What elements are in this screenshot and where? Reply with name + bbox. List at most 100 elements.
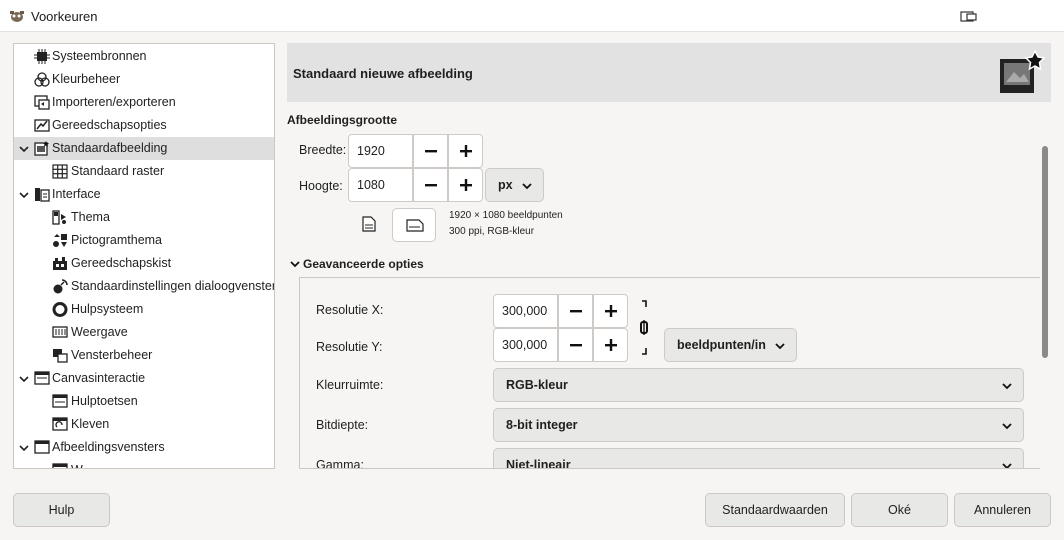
tree-item-label: Thema — [71, 210, 110, 224]
window-restore-icon[interactable] — [960, 9, 978, 23]
canvas-icon — [34, 371, 50, 385]
icon-theme-icon — [53, 234, 67, 247]
tree-item-label: Kleven — [71, 417, 110, 431]
height-decrease-button[interactable] — [413, 168, 448, 202]
tree-item-label: Interface — [52, 187, 101, 201]
image-size-info: 1920 × 1080 beeldpunten — [449, 210, 563, 221]
tree-item-canvasinteractie[interactable]: Canvasinteractie — [14, 367, 274, 390]
gimp-icon — [10, 11, 24, 22]
plus-icon — [604, 305, 617, 317]
chevron-down-icon — [1002, 423, 1012, 430]
tree-item-label: Canvasinteractie — [52, 371, 146, 385]
height-increase-button[interactable] — [448, 168, 483, 202]
colorspace-value: RGB-kleur — [506, 378, 568, 392]
tree-item-vensterbeheer[interactable]: Vensterbeheer — [14, 344, 274, 367]
modifiers-icon — [52, 394, 68, 408]
minus-icon — [424, 150, 437, 153]
tree-item-systeembronnen[interactable]: Systeembronnen — [14, 45, 274, 68]
ok-button[interactable]: Oké — [851, 493, 948, 527]
scrollbar-thumb[interactable] — [1042, 146, 1048, 358]
resolution-unit-select[interactable]: beeldpunten/in — [664, 328, 797, 362]
minus-icon — [569, 310, 582, 313]
chevron-down-icon — [522, 183, 532, 190]
size-unit-select[interactable]: px — [485, 168, 544, 202]
toolbox-icon — [53, 257, 67, 270]
chevron-down-icon[interactable] — [289, 258, 301, 270]
tree-item-pictogramthema[interactable]: Pictogramthema — [14, 229, 274, 252]
resolution-y-increase-button[interactable] — [593, 328, 628, 362]
plus-icon — [459, 145, 472, 157]
chevron-down-icon[interactable] — [18, 143, 30, 155]
portrait-icon[interactable] — [362, 216, 376, 232]
gamma-label: Gamma: — [316, 458, 364, 469]
cancel-button[interactable]: Annuleren — [954, 493, 1051, 527]
tree-item-label: Gereedschapsopties — [52, 118, 167, 132]
width-input[interactable]: 1920 — [348, 134, 413, 168]
image-resolution-info: 300 ppi, RGB-kleur — [449, 226, 535, 237]
resolution-y-input[interactable]: 300,000 — [493, 328, 558, 362]
resolution-x-decrease-button[interactable] — [558, 294, 593, 328]
tree-item-label: Importeren/exporteren — [52, 95, 176, 109]
bit-depth-value: 8-bit integer — [506, 418, 578, 432]
width-increase-button[interactable] — [448, 134, 483, 168]
tree-item-label: Hulpsysteem — [71, 302, 144, 316]
tree-item-gereedschapskist[interactable]: Gereedschapskist — [14, 252, 274, 275]
defaults-button[interactable]: Standaardwaarden — [705, 493, 845, 527]
tree-item-weergave[interactable]: Weergave — [14, 321, 274, 344]
tree-item-afbeeldingsvensters[interactable]: Afbeeldingsvensters — [14, 436, 274, 459]
advanced-options-title[interactable]: Geavanceerde opties — [303, 257, 424, 271]
tree-item-thema[interactable]: Thema — [14, 206, 274, 229]
tree-item-label: Weergave — [71, 325, 128, 339]
height-input[interactable]: 1080 — [348, 168, 413, 202]
preferences-tree[interactable]: Systeembronnen Kleurbeheer Importeren/ex… — [13, 43, 275, 469]
tree-item-hulpsysteem[interactable]: Hulpsysteem — [14, 298, 274, 321]
tree-item-interface[interactable]: Interface — [14, 183, 274, 206]
bit-depth-label: Bitdiepte: — [316, 418, 369, 432]
colorspace-select[interactable]: RGB-kleur — [493, 368, 1024, 402]
chevron-down-icon[interactable] — [18, 373, 30, 385]
page-title: Standaard nieuwe afbeelding — [293, 66, 473, 81]
chip-icon — [34, 49, 50, 64]
tree-item-label: Vensterbeheer — [71, 348, 153, 362]
tree-item-kleurbeheer[interactable]: Kleurbeheer — [14, 68, 274, 91]
content-scrollbar[interactable] — [1040, 116, 1051, 469]
minus-icon — [569, 344, 582, 347]
size-unit-value: px — [498, 178, 513, 192]
tree-item-weergave-partial[interactable]: W — [14, 459, 274, 468]
tree-item-hulptoetsen[interactable]: Hulptoetsen — [14, 390, 274, 413]
tree-item-importeren-exporteren[interactable]: Importeren/exporteren — [14, 91, 274, 114]
bit-depth-select[interactable]: 8-bit integer — [493, 408, 1024, 442]
tree-item-label: Standaardafbeelding — [52, 141, 168, 155]
chevron-down-icon — [775, 343, 785, 350]
tree-item-label: Systeembronnen — [52, 49, 147, 63]
chevron-down-icon — [1002, 463, 1012, 468]
gamma-select[interactable]: Niet-lineair — [493, 448, 1024, 468]
tree-item-label: Gereedschapskist — [71, 256, 172, 270]
resolution-x-increase-button[interactable] — [593, 294, 628, 328]
resolution-y-decrease-button[interactable] — [558, 328, 593, 362]
tree-item-gereedschapsopties[interactable]: Gereedschapsopties — [14, 114, 274, 137]
image-size-section-title: Afbeeldingsgrootte — [287, 113, 397, 127]
lifebuoy-icon — [52, 302, 68, 317]
width-decrease-button[interactable] — [413, 134, 448, 168]
resolution-x-input[interactable]: 300,000 — [493, 294, 558, 328]
chevron-down-icon[interactable] — [18, 189, 30, 201]
chevron-down-icon[interactable] — [18, 442, 30, 454]
tree-item-label: Pictogramthema — [71, 233, 163, 247]
landscape-button[interactable] — [392, 208, 436, 242]
theme-icon — [52, 210, 66, 225]
chain-link-icon[interactable] — [637, 300, 651, 356]
plus-icon — [604, 339, 617, 351]
plus-icon — [459, 179, 472, 191]
tree-item-standaard-raster[interactable]: Standaard raster — [14, 160, 274, 183]
height-label: Hoogte: — [299, 179, 343, 193]
advanced-options-panel: Resolutie X: 300,000 Resolutie Y: 300,00… — [299, 277, 1041, 469]
appearance-icon — [52, 463, 68, 468]
help-button[interactable]: Hulp — [13, 493, 110, 527]
interface-icon — [35, 188, 50, 202]
tree-item-label: Standaardinstellingen dialoogvensters — [71, 279, 275, 293]
tree-item-kleven[interactable]: Kleven — [14, 413, 274, 436]
tree-item-standaardinstellingen-dialoogvensters[interactable]: Standaardinstellingen dialoogvensters — [14, 275, 274, 298]
width-label: Breedte: — [299, 143, 347, 157]
tree-item-standaardafbeelding[interactable]: Standaardafbeelding — [14, 137, 274, 160]
